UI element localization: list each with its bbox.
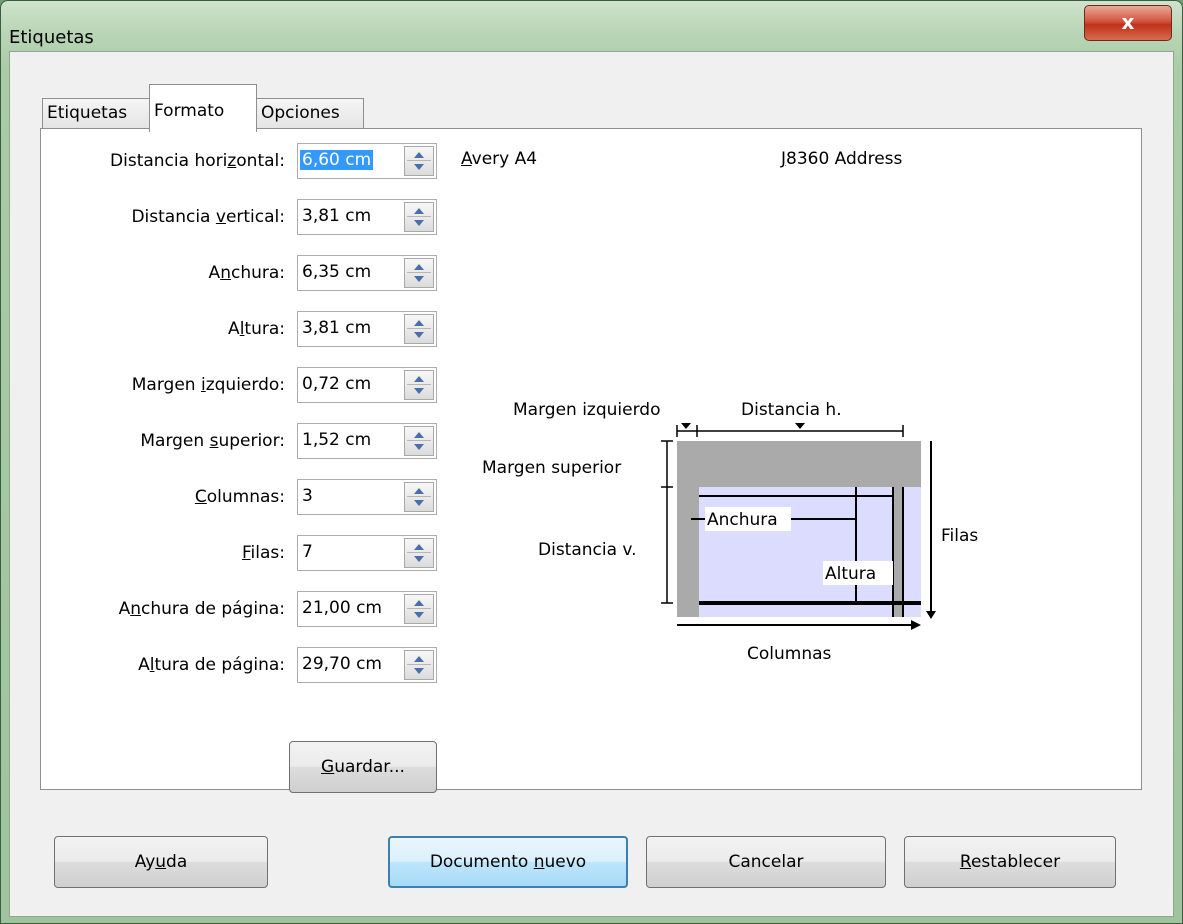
new-doc-label-post: uevo [544, 852, 587, 872]
reset-button[interactable]: Restablecer [904, 836, 1116, 888]
tab-etiquetas[interactable]: Etiquetas [42, 98, 150, 130]
diagram-left-margin-label: Margen izquierdo [513, 400, 660, 420]
tab-label: Opciones [261, 103, 340, 123]
tab-label: Formato [154, 101, 225, 121]
new-doc-label-key: n [533, 852, 545, 872]
diagram-height-label: Altura [825, 564, 876, 584]
dialog-client-area: Etiquetas Formato Opciones Distancia hor… [9, 51, 1174, 917]
reset-label-post: establecer [970, 852, 1061, 872]
diagram-h-distance-label: Distancia h. [741, 400, 842, 420]
diagram-columns-label: Columnas [747, 644, 832, 664]
cancel-button[interactable]: Cancelar [646, 836, 886, 888]
window-title: Etiquetas [9, 27, 94, 48]
dialog-window: Etiquetas x Etiquetas Formato Opciones D… [0, 0, 1183, 924]
tab-opciones[interactable]: Opciones [256, 98, 364, 130]
diagram-label-2 [903, 487, 921, 617]
new-document-button[interactable]: Documento nuevo [388, 836, 628, 888]
reset-label-key: R [959, 852, 971, 872]
help-button[interactable]: Ayuda [54, 836, 268, 888]
diagram-v-distance-label: Distancia v. [538, 540, 637, 560]
help-label-pre: Ay [134, 852, 156, 872]
formato-panel: Distancia horizontal: 6,60 cm Distancia ve… [40, 128, 1142, 793]
close-icon: x [1121, 10, 1135, 34]
diagram-width-label: Anchura [707, 510, 778, 530]
tab-label: Etiquetas [47, 103, 128, 123]
tab-formato[interactable]: Formato [149, 84, 257, 132]
label-layout-diagram: Margen izquierdo Distancia h. Margen sup… [482, 400, 978, 664]
help-label-post: da [166, 852, 188, 872]
close-button[interactable]: x [1084, 5, 1172, 41]
diagram-label-1 [699, 487, 893, 617]
diagram-top-margin-label: Margen superior [482, 458, 621, 478]
new-doc-label-pre: Documento [429, 852, 534, 872]
help-label-key: u [155, 852, 167, 872]
diagram-rows-label: Filas [941, 526, 978, 546]
cancel-label: Cancelar [728, 852, 804, 872]
